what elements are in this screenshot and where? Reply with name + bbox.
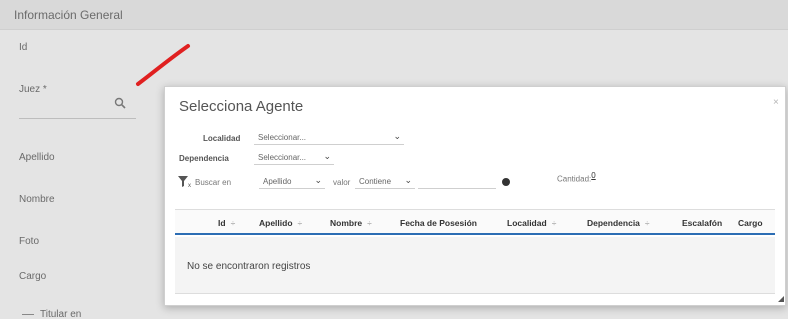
table-header: Id ÷ Apellido ÷ Nombre ÷ Fecha de Posesión … — [175, 209, 775, 235]
search-icon[interactable] — [114, 97, 126, 109]
close-icon[interactable]: × — [773, 97, 779, 108]
cargo-label: Cargo — [19, 271, 47, 282]
foto-label: Foto — [19, 236, 40, 247]
column-header-cargo[interactable]: Cargo — [738, 218, 763, 228]
dependencia-value: Seleccionar... — [258, 153, 307, 162]
empty-message: No se encontraron registros — [187, 261, 311, 272]
modal-title: Selecciona Agente — [179, 98, 304, 115]
sort-icon: ÷ — [551, 218, 557, 228]
nombre-label: Nombre — [19, 194, 55, 205]
titular-label: Titular en — [40, 309, 82, 319]
valor-label: valor — [333, 178, 351, 187]
sort-icon: ÷ — [367, 218, 372, 228]
chevron-down-icon: ⌄ — [323, 151, 331, 161]
titular-toggle[interactable] — [22, 314, 34, 315]
valor-operator-value: Contiene — [359, 177, 392, 186]
juez-input[interactable] — [19, 118, 136, 119]
clear-filter-icon[interactable]: x — [177, 175, 193, 188]
sort-icon: ÷ — [644, 218, 650, 228]
column-header-localidad[interactable]: Localidad ÷ — [507, 218, 556, 228]
sort-icon: ÷ — [297, 218, 303, 228]
column-header-nombre[interactable]: Nombre ÷ — [330, 218, 372, 228]
column-label: Apellido — [259, 218, 293, 228]
table-body: No se encontraron registros — [175, 237, 775, 294]
section-title: Información General — [14, 8, 123, 22]
section-header: Información General — [0, 0, 788, 30]
column-header-id[interactable]: Id ÷ — [218, 218, 235, 228]
column-header-escalafon[interactable]: Escalafón — [682, 218, 722, 228]
column-header-fecha-posesion[interactable]: Fecha de Posesión — [400, 218, 477, 228]
column-label: Localidad — [507, 218, 547, 228]
red-annotation-stroke — [136, 44, 190, 86]
resize-grip-icon[interactable] — [778, 296, 784, 302]
buscar-field-value: Apellido — [263, 177, 292, 186]
valor-input[interactable] — [418, 175, 496, 189]
chevron-down-icon: ⌄ — [404, 175, 412, 185]
column-label: Cargo — [738, 218, 763, 228]
buscar-label: Buscar en — [195, 178, 232, 187]
chevron-down-icon: ⌄ — [314, 175, 322, 185]
cantidad-label: Cantidad: — [557, 174, 592, 184]
column-label: Nombre — [330, 218, 363, 228]
svg-text:x: x — [188, 183, 191, 188]
column-label: Id — [218, 218, 226, 228]
column-header-dependencia[interactable]: Dependencia ÷ — [587, 218, 650, 228]
dependencia-select[interactable]: Seleccionar... ⌄ — [254, 151, 334, 165]
chevron-down-icon: ⌄ — [393, 131, 401, 141]
juez-label: Juez * — [19, 84, 47, 95]
column-label: Escalafón — [682, 218, 723, 228]
select-agent-modal: Selecciona Agente × Localidad Selecciona… — [164, 86, 786, 306]
column-label: Fecha de Posesión — [400, 218, 477, 228]
buscar-field-select[interactable]: Apellido ⌄ — [259, 175, 325, 189]
localidad-label: Localidad — [203, 134, 241, 143]
column-label: Dependencia — [587, 218, 640, 228]
search-button[interactable] — [502, 178, 510, 186]
cantidad: Cantidad:0 — [557, 171, 596, 184]
id-label: Id — [19, 42, 28, 53]
valor-operator-select[interactable]: Contiene ⌄ — [355, 175, 415, 189]
dependencia-label: Dependencia — [179, 154, 229, 163]
sort-icon: ÷ — [230, 218, 236, 228]
apellido-label: Apellido — [19, 152, 55, 163]
cantidad-value: 0 — [591, 171, 596, 180]
localidad-select[interactable]: Seleccionar... ⌄ — [254, 131, 404, 145]
localidad-value: Seleccionar... — [258, 133, 307, 142]
column-header-apellido[interactable]: Apellido ÷ — [259, 218, 302, 228]
